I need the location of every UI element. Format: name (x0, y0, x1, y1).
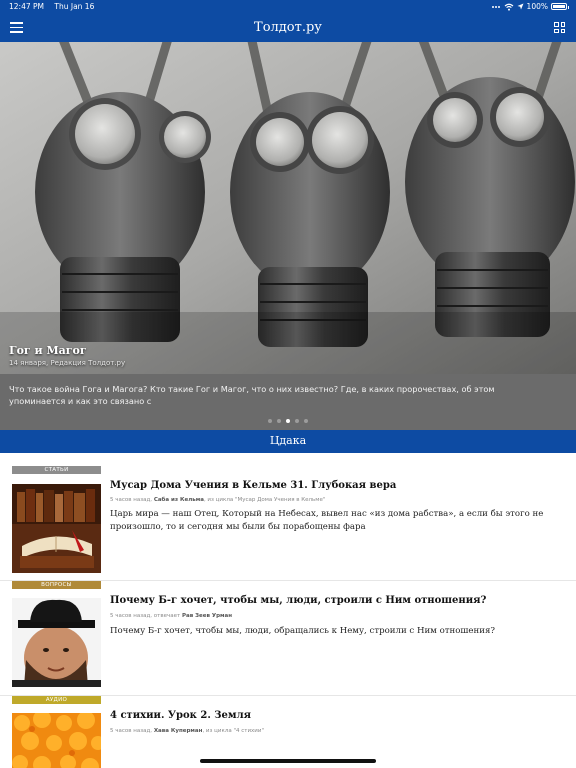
category-tag[interactable]: АУДИО (12, 696, 101, 704)
carousel-dot-active[interactable] (286, 419, 290, 423)
carousel-dot[interactable] (304, 419, 308, 423)
carousel-dot[interactable] (277, 419, 281, 423)
article-author[interactable]: Рав Зеев Урман (182, 613, 232, 619)
location-icon (517, 3, 524, 10)
carousel-dots (0, 419, 576, 423)
rabbi-portrait-image (12, 598, 101, 687)
article-excerpt: Царь мира — наш Отец, Который на Небесах… (110, 509, 544, 532)
article-meta-time: 5 часов назад, отвечает (110, 613, 181, 619)
article-feed[interactable]: СТАТЬИ Мусар Дома Учения в Кельме 31. Гл… (0, 453, 576, 768)
hero-title-block: Гог и Магог 14 января, Редакция Толдот.р… (9, 344, 125, 367)
article-meta: 5 часов назад, Хава Куперман, из цикла "… (110, 728, 560, 734)
article-title[interactable]: 4 стихии. Урок 2. Земля (110, 710, 560, 721)
article-thumbnail[interactable] (12, 598, 101, 687)
hero-caption: Что такое война Гога и Магога? Кто такие… (0, 374, 576, 430)
status-time: 12:47 PM (9, 2, 44, 11)
article-series: , из цикла "4 стихии" (202, 728, 264, 734)
hero-title[interactable]: Гог и Магог (9, 344, 125, 357)
hero-image (0, 42, 576, 374)
category-tag[interactable]: СТАТЬИ (12, 466, 101, 474)
wifi-icon (504, 3, 513, 11)
article-meta: 5 часов назад, Саба из Кельма, из цикла … (110, 497, 560, 503)
carousel-dot[interactable] (268, 419, 272, 423)
home-indicator[interactable] (200, 759, 376, 763)
article-author[interactable]: Саба из Кельма (154, 497, 204, 503)
article-title[interactable]: Почему Б-г хочет, чтобы мы, люди, строил… (110, 595, 560, 606)
hero-subtitle: 14 января, Редакция Толдот.ру (9, 359, 126, 367)
status-bar: 12:47 PM Thu Jan 16 100% (0, 0, 576, 14)
section-header: Цдака (0, 430, 576, 453)
grid-icon[interactable] (554, 22, 565, 33)
article-series: , из цикла "Мусар Дома Учения в Кельме" (203, 497, 326, 503)
article-thumbnail[interactable] (12, 713, 101, 768)
app-title: Толдот.ру (254, 20, 322, 35)
article-title[interactable]: Мусар Дома Учения в Кельме 31. Глубокая … (110, 480, 560, 491)
status-date: Thu Jan 16 (54, 2, 95, 11)
article-meta-time: 5 часов назад, (110, 497, 153, 503)
article-meta: 5 часов назад, отвечает Рав Зеев Урман (110, 613, 560, 619)
nav-bar: Толдот.ру (0, 14, 576, 42)
article-meta-time: 5 часов назад, (110, 728, 153, 734)
battery-percent: 100% (526, 2, 548, 11)
books-image (12, 484, 101, 573)
article-author[interactable]: Хава Куперман (154, 728, 203, 734)
hero-carousel[interactable]: Гог и Магог 14 января, Редакция Толдот.р… (0, 42, 576, 374)
article-excerpt: Почему Б-г хочет, чтобы мы, люди, обраща… (110, 626, 495, 636)
article-thumbnail[interactable] (12, 484, 101, 573)
category-tag[interactable]: ВОПРОСЫ (12, 581, 101, 589)
section-title: Цдака (269, 434, 307, 447)
hero-description: Что такое война Гога и Магога? Кто такие… (9, 384, 495, 406)
battery-icon (551, 3, 569, 10)
flowers-image (12, 713, 101, 768)
carousel-dot[interactable] (295, 419, 299, 423)
dots-icon (491, 5, 500, 8)
